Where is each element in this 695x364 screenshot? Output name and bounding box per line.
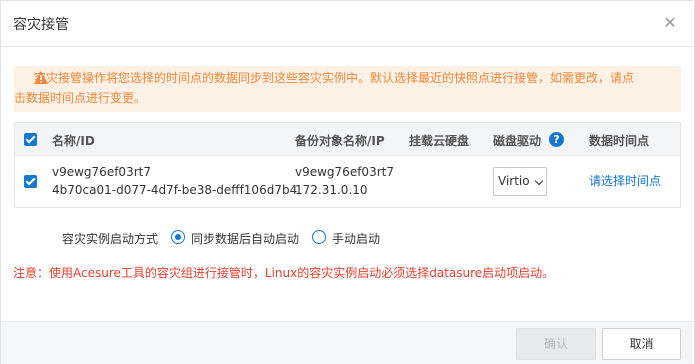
radio-auto-start-label[interactable]: 同步数据后自动启动 [191,230,299,247]
backup-name: v9ewg76ef03rt7 [295,165,394,179]
col-disk: 挂载云硬盘 [409,134,470,148]
warning-text-line1: 容灾接管操作将您选择的时间点的数据同步到这些容灾实例中。默认选择最近的快照点进行… [34,71,635,85]
chevron-down-icon [534,176,544,186]
select-all-checkbox[interactable] [24,133,37,146]
select-time-link[interactable]: 请选择时间点 [589,172,661,190]
instance-table: 名称/ID 备份对象名称/IP 挂载云硬盘 磁盘驱动 ? 数据时间点 v9ewg… [14,122,681,208]
cancel-button[interactable]: 取消 [602,328,681,360]
close-icon[interactable]: ✕ [662,15,678,31]
table-header: 名称/ID 备份对象名称/IP 挂载云硬盘 磁盘驱动 ? 数据时间点 [15,123,680,156]
note-text: 注意：使用Acesure工具的容灾组进行接管时，Linux的容灾实例启动必须选择… [13,266,555,280]
startup-mode-label: 容灾实例启动方式 [62,232,159,246]
takeover-dialog: 容灾接管 ✕ 容灾接管操作将您选择的时间点的数据同步到这些容灾实例中。默认选择最… [0,0,695,364]
driver-select-value: Virtio [498,174,530,188]
help-icon[interactable]: ? [549,132,564,147]
col-driver: 磁盘驱动 [493,134,542,148]
driver-select[interactable]: Virtio [493,167,547,196]
instance-name: v9ewg76ef03rt7 [52,165,151,179]
confirm-button[interactable]: 确认 [516,328,596,360]
dialog-header: 容灾接管 ✕ [1,1,694,47]
col-time: 数据时间点 [589,134,650,148]
instance-id: 4b70ca01-d077-4d7f-be38-defff106d7b4 [52,183,298,197]
warning-triangle-icon [34,71,48,84]
radio-manual-start[interactable] [312,230,326,244]
warning-banner: 容灾接管操作将您选择的时间点的数据同步到这些容灾实例中。默认选择最近的快照点进行… [14,66,681,112]
col-backup: 备份对象名称/IP [295,134,385,148]
dialog-title: 容灾接管 [13,17,69,33]
table-row: v9ewg76ef03rt7 4b70ca01-d077-4d7f-be38-d… [15,156,680,208]
warning-text-line2: 击数据时间点进行变更。 [14,91,147,105]
radio-auto-start[interactable] [171,230,185,244]
backup-ip: 172.31.0.10 [295,183,368,197]
col-name-id: 名称/ID [52,134,95,148]
row-checkbox[interactable] [24,175,37,188]
radio-manual-start-label[interactable]: 手动启动 [332,230,380,247]
dialog-footer: 确认 取消 [1,321,694,364]
